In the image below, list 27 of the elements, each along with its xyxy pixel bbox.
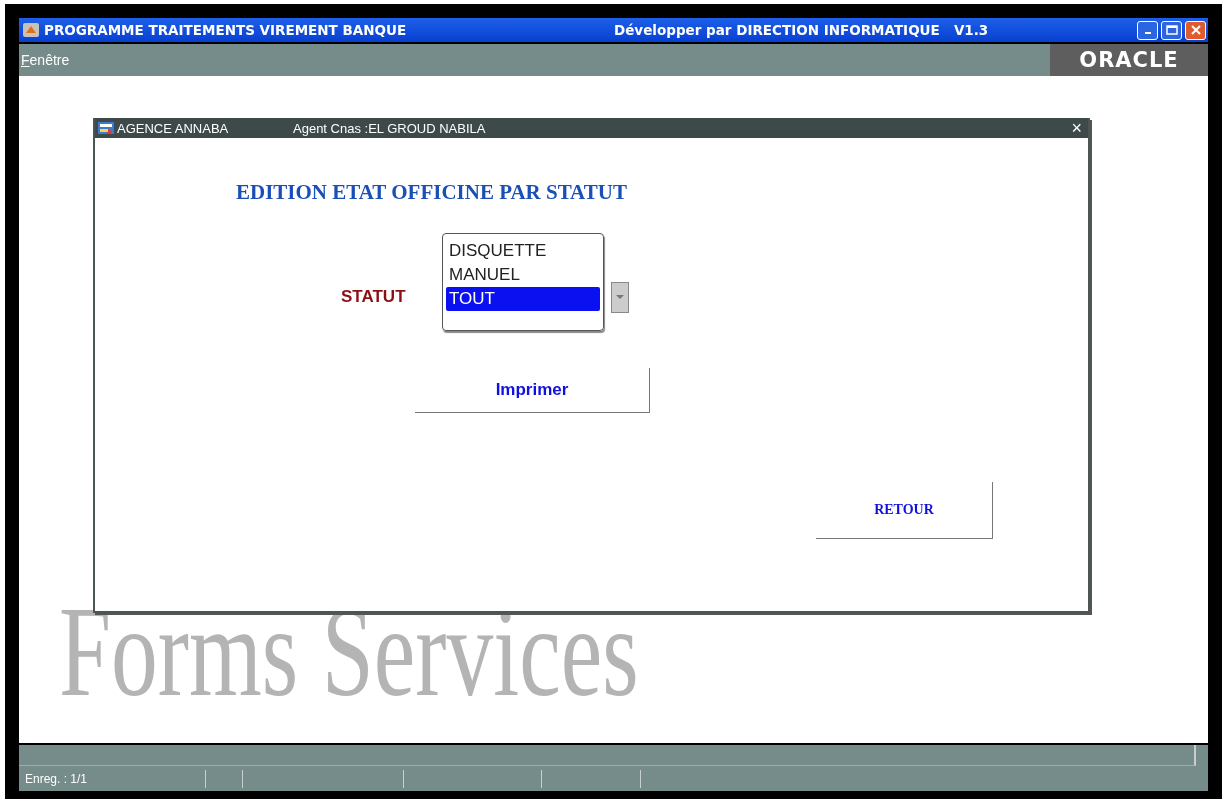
close-button[interactable] — [1185, 20, 1206, 40]
list-option[interactable]: DISQUETTE — [446, 239, 600, 263]
minimize-button[interactable] — [1137, 20, 1158, 40]
status-list[interactable]: DISQUETTE MANUEL TOUT — [442, 233, 604, 331]
agent-name: Agent Cnas :EL GROUD NABILA — [293, 120, 487, 136]
app-icon — [23, 23, 39, 37]
background-text: Forms Services — [59, 586, 639, 716]
menu-item[interactable]: Fenêtre — [19, 52, 1050, 68]
maximize-icon — [1165, 25, 1178, 35]
field-label: STATUT — [341, 287, 406, 307]
form-button[interactable]: RETOUR — [816, 482, 993, 539]
window-title: PROGRAMME TRAITEMENTS VIREMENT BANQUE — [44, 22, 408, 38]
minimize-icon — [1144, 32, 1151, 34]
list-option[interactable]: MANUEL — [446, 263, 600, 287]
caret-icon — [616, 295, 624, 300]
oracle-logo: ORACLE — [1050, 44, 1208, 76]
list-option[interactable]: TOUT — [446, 287, 600, 311]
form-heading: EDITION ETAT OFFICINE PAR STATUT — [236, 180, 627, 205]
form-button[interactable]: Imprimer — [415, 368, 650, 413]
window-subtitle: Développer par DIRECTION INFORMATIQUE V1.3 — [614, 22, 990, 38]
maximize-button[interactable] — [1161, 20, 1182, 40]
form-icon — [97, 121, 115, 135]
close-icon — [1189, 24, 1202, 36]
dropdown-button[interactable] — [611, 282, 629, 313]
close-button[interactable]: × — [1071, 119, 1088, 137]
record-count: Enreg. : 1/1 — [19, 769, 206, 788]
agency-title: AGENCE ANNABA — [117, 120, 230, 136]
